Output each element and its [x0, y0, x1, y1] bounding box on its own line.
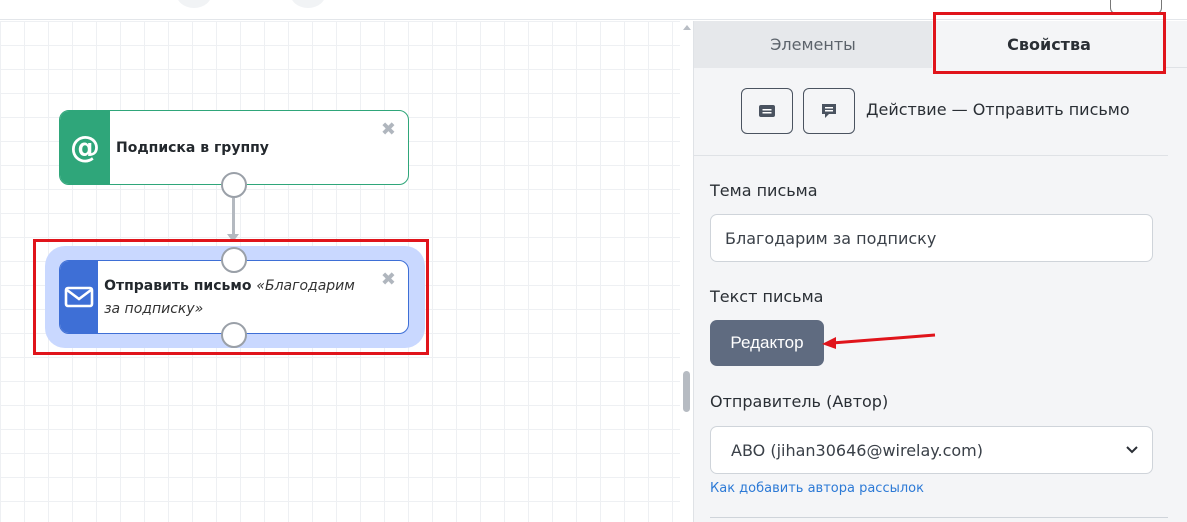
tab-elements[interactable]: Элементы: [694, 21, 932, 68]
at-icon: @: [60, 111, 110, 184]
toolbar-button[interactable]: [176, 0, 212, 8]
close-icon[interactable]: ✖: [381, 119, 396, 140]
input-port[interactable]: [221, 247, 247, 273]
divider: [710, 517, 1168, 518]
node-title: Отправить письмо: [104, 278, 252, 294]
action-header: Действие — Отправить письмо: [694, 68, 1168, 156]
close-icon[interactable]: ✖: [381, 269, 396, 290]
properties-panel: Элементы Свойства Действие — Отправить п…: [693, 21, 1187, 522]
toolbar-button[interactable]: [290, 0, 326, 8]
connector-line: [232, 198, 235, 236]
scrollbar-thumb[interactable]: [683, 371, 690, 412]
canvas-scrollbar[interactable]: [680, 21, 693, 522]
comment-button[interactable]: [803, 88, 855, 134]
annotation-arrow: [822, 333, 936, 349]
output-port[interactable]: [221, 322, 247, 348]
message-button[interactable]: [741, 88, 793, 134]
toolbar-corner-button[interactable]: [1110, 0, 1162, 14]
panel-tabs: Элементы Свойства: [694, 21, 1187, 68]
editor-button[interactable]: Редактор: [710, 320, 824, 366]
sender-value: ABO (jihan30646@wirelay.com): [731, 440, 983, 460]
message-icon: [759, 105, 775, 117]
scroll-up-icon[interactable]: [683, 25, 691, 30]
sender-label: Отправитель (Автор): [710, 392, 889, 411]
help-link[interactable]: Как добавить автора рассылок: [710, 481, 924, 496]
subject-input[interactable]: [710, 214, 1153, 262]
top-toolbar: [0, 0, 1187, 20]
output-port[interactable]: [221, 172, 247, 198]
sender-select[interactable]: ABO (jihan30646@wirelay.com): [710, 426, 1153, 474]
action-title: Действие — Отправить письмо: [866, 100, 1130, 119]
node-label: Подписка в группу: [116, 139, 269, 156]
connector-arrow: [227, 234, 239, 242]
envelope-icon: [60, 261, 99, 333]
body-label: Текст письма: [710, 287, 824, 306]
node-label: Отправить письмо «Благодарим за подписку…: [98, 261, 408, 333]
tab-properties[interactable]: Свойства: [932, 21, 1166, 68]
comment-icon: [822, 104, 836, 118]
chevron-down-icon: [1126, 446, 1138, 454]
subject-label: Тема письма: [710, 181, 818, 200]
